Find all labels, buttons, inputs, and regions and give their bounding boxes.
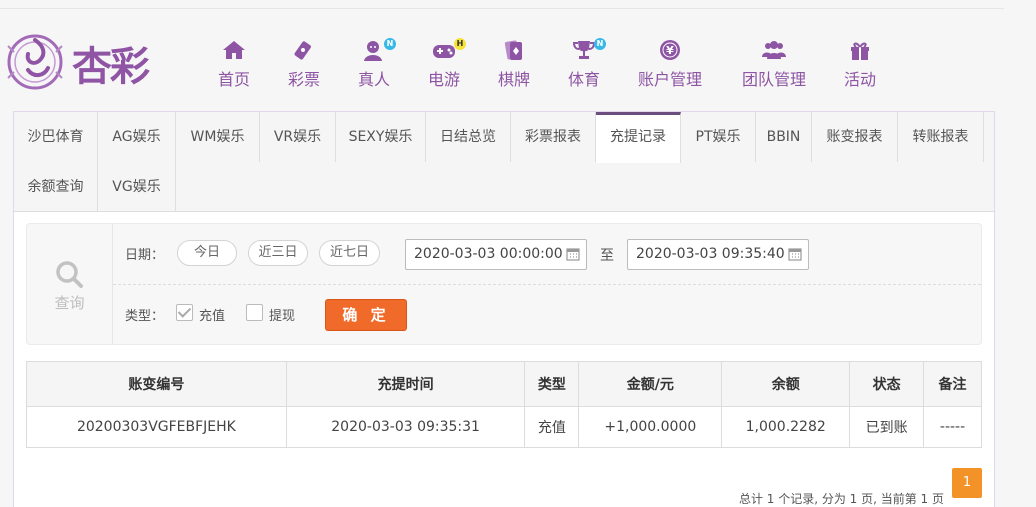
nav-item-sports[interactable]: N 体育 — [564, 36, 606, 92]
tab-account-change[interactable]: 账变报表 — [812, 112, 898, 162]
report-tabs: 沙巴体育 AG娱乐 WM娱乐 VR娱乐 SEXY娱乐 日结总览 彩票报表 充提记… — [14, 112, 994, 212]
query-label: 查询 — [54, 294, 85, 312]
home-icon — [223, 41, 245, 59]
table-row: 20200303VGFEBFJEHK 2020-03-03 09:35:31 充… — [26, 406, 982, 448]
tab-vr[interactable]: VR娱乐 — [260, 112, 336, 162]
search-icon — [56, 261, 83, 288]
trophy-icon — [572, 41, 596, 59]
start-date-value: 2020-03-03 00:00:00 — [414, 246, 563, 262]
logo-text: 杏彩 — [72, 43, 150, 90]
query-divider — [113, 284, 981, 285]
new-badge: N — [594, 38, 606, 50]
transaction-time: 2020-03-03 09:35:31 — [285, 406, 526, 448]
tab-daily-summary[interactable]: 日结总览 — [426, 112, 511, 162]
nav-label: 真人 — [357, 70, 390, 89]
nav-label: 团队管理 — [741, 70, 806, 89]
last-3-days-button[interactable]: 近三日 — [248, 240, 308, 266]
hot-badge: H — [454, 38, 466, 50]
tab-pt[interactable]: PT娱乐 — [681, 112, 756, 162]
column-header: 备注 — [923, 361, 982, 407]
nav-item-team[interactable]: 团队管理 — [738, 36, 810, 92]
tab-vg[interactable]: VG娱乐 — [98, 162, 176, 212]
column-header: 充提时间 — [285, 361, 526, 407]
remark: ----- — [923, 406, 982, 448]
status-badge: 已到账 — [849, 406, 925, 448]
brand-logo[interactable]: 杏彩 — [4, 32, 164, 92]
table-header-row: 账变编号 充提时间 类型 金额/元 余额 状态 备注 — [26, 361, 982, 407]
nav-label: 首页 — [217, 70, 250, 89]
nav-item-live[interactable]: N 真人 — [354, 36, 396, 92]
column-header: 类型 — [524, 361, 580, 407]
nav-item-promo[interactable]: 活动 — [840, 36, 880, 92]
type-label: 类型： — [125, 309, 165, 324]
last-7-days-button[interactable]: 近七日 — [319, 240, 380, 266]
nav-item-account[interactable]: ¥ 账户管理 — [634, 36, 706, 92]
nav-label: 账户管理 — [637, 70, 702, 89]
tab-deposit-withdraw[interactable]: 充提记录 — [596, 112, 681, 163]
nav-item-home[interactable]: 首页 — [214, 36, 254, 92]
tab-balance-query[interactable]: 余额查询 — [14, 162, 98, 212]
query-form: 查询 日期： 今日 近三日 近七日 2020-03-03 00:00:00 至 … — [26, 223, 982, 345]
deposit-checkbox-label: 充值 — [199, 309, 226, 324]
nav-label: 棋牌 — [497, 70, 530, 89]
deposit-checkbox[interactable] — [176, 304, 193, 321]
transaction-id: 20200303VGFEBFJEHK — [26, 406, 287, 448]
gamepad-icon — [433, 45, 455, 58]
team-icon — [762, 41, 786, 59]
tab-bbin[interactable]: BBIN — [756, 112, 812, 162]
balance: 1,000.2282 — [721, 406, 851, 448]
report-panel: 沙巴体育 AG娱乐 WM娱乐 VR娱乐 SEXY娱乐 日结总览 彩票报表 充提记… — [13, 111, 995, 507]
confirm-button[interactable]: 确 定 — [325, 299, 407, 331]
nav-label: 体育 — [567, 70, 600, 89]
transaction-amount: +1,000.0000 — [578, 406, 723, 448]
tab-saba-sports[interactable]: 沙巴体育 — [14, 112, 98, 162]
column-header: 账变编号 — [26, 361, 287, 407]
nav-label: 彩票 — [287, 70, 320, 89]
today-button[interactable]: 今日 — [177, 240, 237, 266]
start-date-input[interactable]: 2020-03-03 00:00:00 — [405, 239, 587, 270]
yuan-coin-icon: ¥ — [660, 40, 680, 60]
nav-item-chess[interactable]: 棋牌 — [494, 36, 534, 92]
lottery-ticket-icon — [294, 41, 311, 60]
tab-sexy[interactable]: SEXY娱乐 — [336, 112, 426, 162]
nav-label: 活动 — [843, 70, 876, 89]
column-header: 余额 — [721, 361, 851, 407]
range-separator: 至 — [600, 248, 614, 264]
new-badge: N — [384, 38, 396, 50]
svg-text:¥: ¥ — [666, 44, 674, 57]
logo-emblem-icon — [7, 34, 63, 90]
tab-lottery-report[interactable]: 彩票报表 — [511, 112, 596, 162]
live-dealer-icon — [364, 41, 382, 61]
date-label: 日期： — [125, 248, 165, 263]
page-1-button[interactable]: 1 — [952, 468, 982, 498]
withdraw-checkbox-label: 提现 — [269, 309, 296, 324]
gift-icon — [851, 42, 869, 60]
query-section-label: 查询 — [27, 224, 113, 344]
calendar-icon[interactable] — [566, 247, 580, 261]
end-date-value: 2020-03-03 09:35:40 — [636, 246, 785, 262]
nav-item-lottery[interactable]: 彩票 — [284, 36, 324, 92]
column-header: 金额/元 — [578, 361, 723, 407]
tab-wm[interactable]: WM娱乐 — [176, 112, 260, 162]
cards-icon — [504, 40, 522, 60]
pagination-summary: 总计 1 个记录, 分为 1 页, 当前第 1 页 — [738, 492, 944, 506]
withdraw-checkbox[interactable] — [246, 304, 263, 321]
column-header: 状态 — [849, 361, 925, 407]
nav-label: 电游 — [427, 70, 460, 89]
calendar-icon[interactable] — [788, 247, 802, 261]
end-date-input[interactable]: 2020-03-03 09:35:40 — [627, 239, 809, 270]
records-table: 账变编号 充提时间 类型 金额/元 余额 状态 备注 20200303VGFEB… — [26, 361, 982, 448]
nav-item-egame[interactable]: H 电游 — [424, 36, 466, 92]
tab-transfer-report[interactable]: 转账报表 — [898, 112, 984, 162]
tab-ag[interactable]: AG娱乐 — [98, 112, 176, 162]
top-divider — [0, 8, 1004, 9]
transaction-type: 充值 — [524, 406, 580, 448]
